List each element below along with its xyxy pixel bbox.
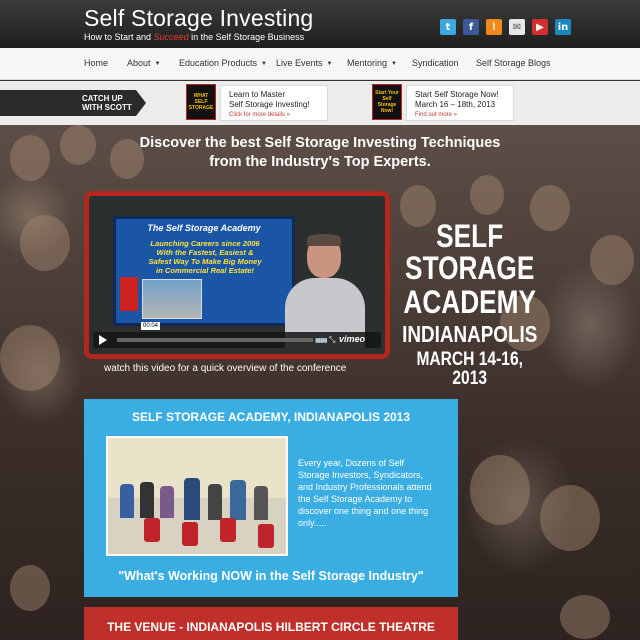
- board-line2: With the Fastest, Easiest &: [156, 248, 254, 257]
- hero-headline: Discover the best Self Storage Investing…: [110, 134, 530, 172]
- book-image: [120, 277, 138, 311]
- youtube-icon[interactable]: ▶: [532, 19, 548, 35]
- board-text: Launching Careers since 2006 With the Fa…: [120, 239, 290, 275]
- play-icon[interactable]: [99, 335, 107, 345]
- nav-item-home[interactable]: Home: [84, 58, 108, 68]
- nav-label: Mentoring: [347, 58, 388, 68]
- video-board: The Self Storage Academy Launching Caree…: [113, 216, 295, 326]
- nav-item-mentoring[interactable]: Mentoring ▼: [347, 58, 397, 68]
- nav-item-about[interactable]: About ▼: [127, 58, 160, 68]
- board-line3: Safest Way To Make Big Money: [148, 257, 262, 266]
- nav-label: Education Products: [179, 58, 258, 68]
- tagline-pre: How to Start and: [84, 32, 154, 42]
- promo-bar: CATCH UP WITH SCOTT WHAT SELF STORAGE Le…: [0, 81, 640, 125]
- fullscreen-icon[interactable]: ⤡: [329, 335, 335, 345]
- catch-up-text: CATCH UP WITH SCOTT: [82, 94, 132, 112]
- social-links: t f ⌇ ✉ ▶ in: [440, 19, 571, 35]
- tagline-emphasis: Succeed: [153, 32, 189, 42]
- conference-illustration: [106, 436, 288, 556]
- volume-icon[interactable]: ▮▮▮▮▮: [315, 337, 327, 344]
- promo-box-start[interactable]: Start Self Storage Now! March 16 – 18th,…: [406, 85, 514, 121]
- main-nav: Home About ▼ Education Products ▼ Live Eve…: [0, 48, 640, 80]
- catch-up-line1: CATCH UP: [82, 94, 123, 103]
- nav-label: Syndication: [412, 58, 459, 68]
- promo-line2: March 16 – 18th, 2013: [415, 100, 496, 109]
- nav-item-live-events[interactable]: Live Events ▼: [276, 58, 332, 68]
- progress-bar[interactable]: [117, 338, 313, 342]
- promo-box-master[interactable]: Learn to Master Self Storage Investing! …: [220, 85, 328, 121]
- site-title[interactable]: Self Storage Investing: [84, 5, 313, 32]
- promo-link-find-out[interactable]: Find out more »: [415, 112, 457, 118]
- video-player[interactable]: The Self Storage Academy Launching Caree…: [84, 191, 390, 359]
- video-controls: 00:04 ▮▮▮▮▮ ⤡ vimeo: [93, 322, 381, 348]
- nav-item-syndication[interactable]: Syndication: [412, 58, 459, 68]
- chevron-down-icon: ▼: [261, 60, 267, 67]
- site-header: Self Storage Investing How to Start and …: [0, 0, 640, 48]
- nav-label: Home: [84, 58, 109, 68]
- nav-label: About: [127, 58, 151, 68]
- video-caption: watch this video for a quick overview of…: [104, 363, 347, 374]
- academy-info-title: SELF STORAGE ACADEMY, INDIANAPOLIS 2013: [131, 410, 411, 424]
- nav-item-education-products[interactable]: Education Products ▼: [179, 58, 267, 68]
- board-line1: Launching Careers since 2006: [150, 239, 260, 248]
- promo-thumbnail-start[interactable]: Start Your Self Storage Now!: [372, 84, 402, 120]
- chevron-down-icon: ▼: [391, 60, 397, 67]
- chevron-down-icon: ▼: [326, 60, 333, 67]
- academy-line2: ACADEMY: [403, 284, 537, 320]
- academy-line3: INDIANAPOLIS: [402, 321, 538, 347]
- academy-info-text: Every year, Dozens of Self Storage Inves…: [298, 458, 432, 528]
- storage-facility-image: [142, 279, 202, 319]
- promo-line1: Learn to Master: [229, 90, 286, 99]
- headline-line1: Discover the best Self Storage Investing…: [139, 135, 501, 151]
- promo-thumbnail-master[interactable]: WHAT SELF STORAGE: [186, 84, 216, 120]
- nav-label: Live Events: [276, 58, 323, 68]
- linkedin-icon[interactable]: in: [555, 19, 571, 35]
- promo-link-details[interactable]: Click for more details »: [229, 112, 290, 118]
- tagline-post: in the Self Storage Business: [188, 32, 305, 42]
- twitter-icon[interactable]: t: [440, 19, 456, 35]
- nav-item-self-storage-blogs[interactable]: Self Storage Blogs: [476, 58, 551, 68]
- chevron-down-icon: ▼: [154, 60, 161, 67]
- promo-line1: Start Self Storage Now!: [415, 90, 499, 99]
- catch-up-banner[interactable]: CATCH UP WITH SCOTT: [0, 90, 146, 116]
- presenter-image: [285, 234, 365, 348]
- email-icon[interactable]: ✉: [509, 19, 525, 35]
- academy-line4: MARCH 14-16, 2013: [416, 349, 523, 389]
- nav-label: Self Storage Blogs: [476, 58, 551, 68]
- site-tagline: How to Start and Succeed in the Self Sto…: [84, 32, 304, 42]
- headline-line2: from the Industry's Top Experts.: [209, 154, 431, 170]
- thumb-text: WHAT SELF STORAGE: [188, 93, 214, 111]
- board-title: The Self Storage Academy: [147, 223, 261, 233]
- academy-info-box: SELF STORAGE ACADEMY, INDIANAPOLIS 2013 …: [84, 399, 458, 597]
- venue-title: THE VENUE - INDIANAPOLIS HILBERT CIRCLE …: [107, 620, 435, 634]
- video-time: 00:04: [141, 322, 161, 330]
- academy-title: SELF STORAGE ACADEMY INDIANAPOLIS MARCH …: [400, 220, 539, 388]
- vimeo-logo[interactable]: vimeo: [339, 334, 365, 344]
- academy-info-quote: "What's Working NOW in the Self Storage …: [118, 569, 424, 583]
- catch-up-line2: WITH SCOTT: [82, 103, 132, 112]
- thumb-text: Start Your Self Storage Now!: [375, 90, 399, 114]
- video-screen[interactable]: The Self Storage Academy Launching Caree…: [89, 196, 385, 354]
- facebook-icon[interactable]: f: [463, 19, 479, 35]
- venue-section: THE VENUE - INDIANAPOLIS HILBERT CIRCLE …: [84, 607, 458, 640]
- rss-icon[interactable]: ⌇: [486, 19, 502, 35]
- board-line4: in Commercial Real Estate!: [156, 266, 254, 275]
- academy-line1: SELF STORAGE: [405, 218, 535, 286]
- promo-line2: Self Storage Investing!: [229, 100, 310, 109]
